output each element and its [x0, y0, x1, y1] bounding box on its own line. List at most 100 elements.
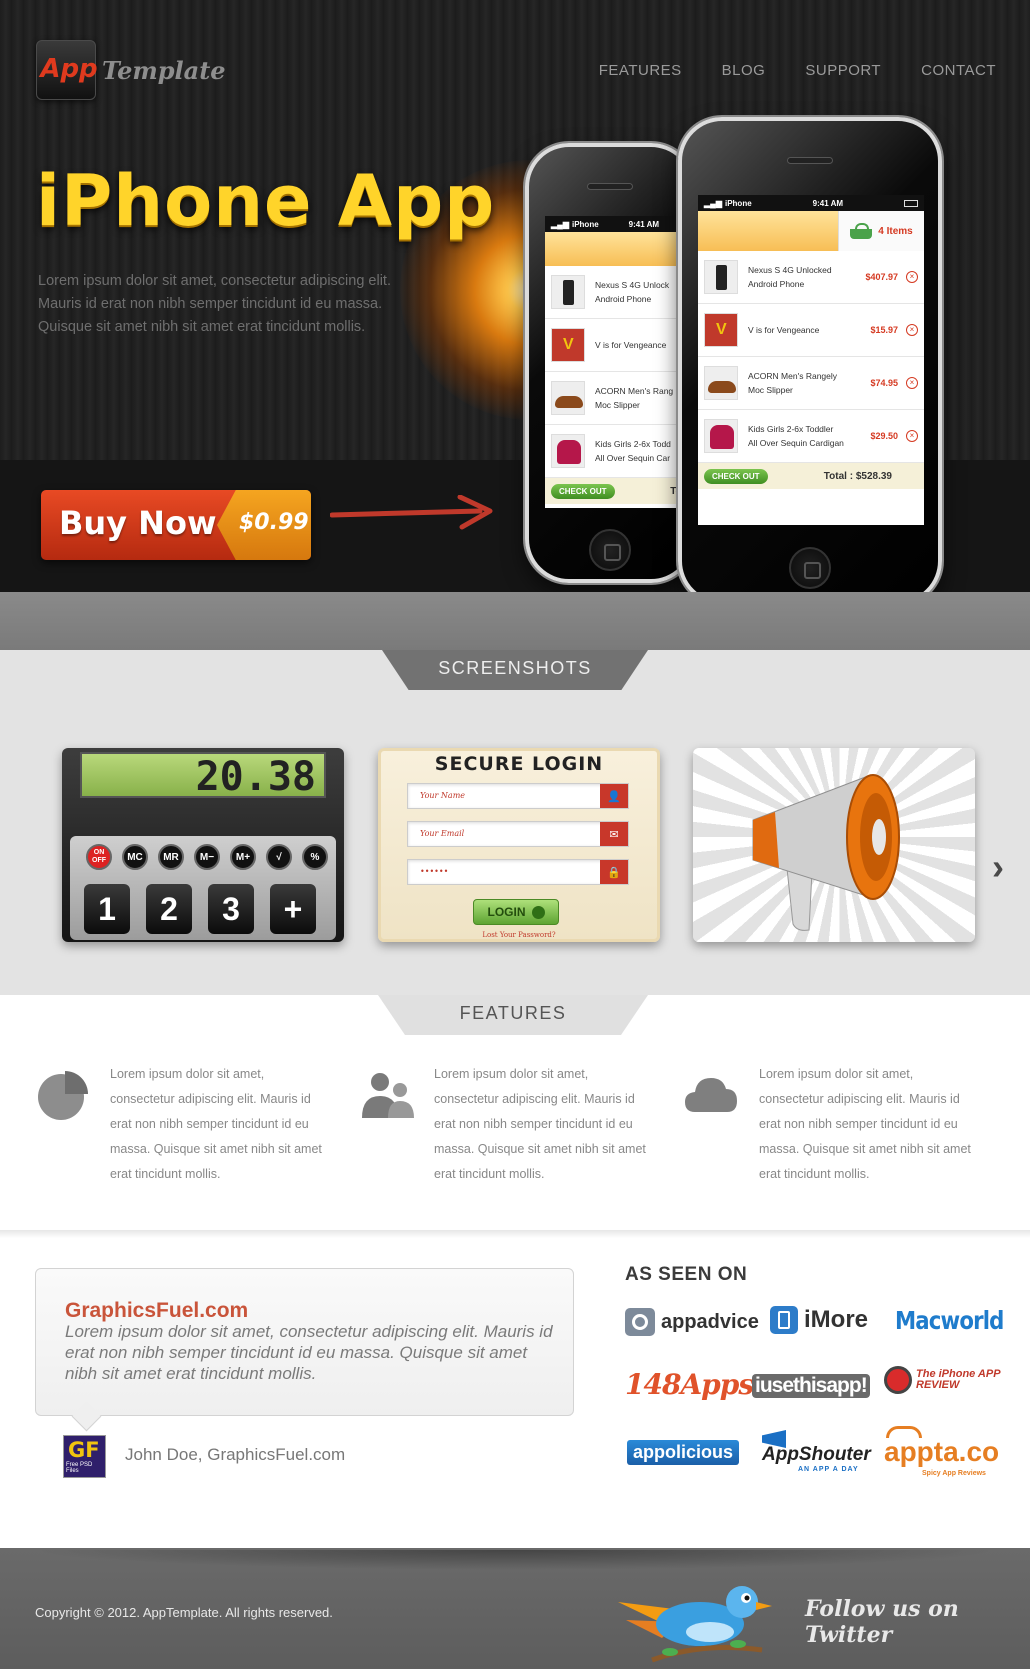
- avatar-letters: GF: [68, 1438, 100, 1462]
- home-button-icon: [589, 529, 631, 571]
- cart-total: Total : $528.39: [768, 471, 918, 482]
- list-item[interactable]: V V is for Vengeance: [545, 319, 695, 372]
- features-heading-tab: FEATURES: [378, 995, 648, 1035]
- brand-148apps[interactable]: 148Apps: [625, 1368, 754, 1401]
- home-button-icon: [789, 547, 831, 589]
- remove-icon[interactable]: ×: [906, 324, 918, 336]
- item-name-line1: Kids Girls 2-6x Todd: [595, 439, 671, 449]
- checkout-button[interactable]: CHECK OUT: [704, 468, 768, 484]
- hero-title: iPhone App: [36, 160, 496, 242]
- next-slide-chevron-icon[interactable]: ›: [992, 846, 1004, 888]
- login-button-label: LOGIN: [487, 905, 526, 919]
- brand-appolicious[interactable]: appolicious: [627, 1440, 740, 1465]
- appshouter-text: AppShouter: [762, 1444, 871, 1465]
- twitter-bird-icon[interactable]: [612, 1580, 782, 1668]
- login-name-field: Your Name 👤: [407, 783, 629, 809]
- as-seen-on-title: AS SEEN ON: [625, 1264, 748, 1285]
- appadvice-text: appadvice: [661, 1310, 759, 1333]
- avatar-caption: Free PSD Files: [66, 1462, 93, 1474]
- appta-text: appta.co: [884, 1436, 1000, 1467]
- list-item[interactable]: Kids Girls 2-6x Todd All Over Sequin Car: [545, 425, 695, 478]
- user-icon: 👤: [600, 784, 628, 808]
- calc-key-3: 3: [208, 884, 254, 934]
- calc-key-mplus: M+: [230, 844, 256, 870]
- screenshot-secure-login[interactable]: SECURE LOGIN Your Name 👤 Your Email ✉ ••…: [378, 748, 660, 942]
- calc-display: 20.38: [80, 752, 326, 800]
- item-name: V is for Vengeance: [748, 323, 870, 337]
- calc-key-sqrt: √: [266, 844, 292, 870]
- nav-features[interactable]: FEATURES: [599, 62, 682, 79]
- calc-key-plus: +: [270, 884, 316, 934]
- item-name: Nexus S 4G Unlock Android Phone: [595, 278, 689, 306]
- item-name-line1: Kids Girls 2-6x Toddler: [748, 424, 834, 434]
- product-phone-icon: [551, 275, 585, 309]
- login-password-field: •••••• 🔒: [407, 859, 629, 885]
- total-label: Total :: [823, 470, 854, 482]
- item-name-line2: All Over Sequin Cardigan: [748, 438, 844, 448]
- item-name-line2: Moc Slipper: [595, 400, 640, 410]
- back-checkout-button[interactable]: CHECK OUT: [551, 483, 615, 499]
- screenshot-calculator[interactable]: 20.38 ON OFF MC MR M− M+ √ % 1 2 3 +: [62, 748, 344, 942]
- list-item[interactable]: ACORN Men's Rang Moc Slipper: [545, 372, 695, 425]
- list-item[interactable]: ACORN Men's Rangely Moc Slipper $74.95 ×: [698, 357, 924, 410]
- calc-key-1: 1: [84, 884, 130, 934]
- phone-speaker: [587, 183, 633, 190]
- name-placeholder: Your Name: [420, 791, 466, 800]
- list-item[interactable]: Nexus S 4G Unlocked Android Phone $407.97…: [698, 251, 924, 304]
- status-bar: ▂▄▆ iPhone 9:41 AM: [698, 195, 924, 211]
- item-name: Nexus S 4G Unlocked Android Phone: [748, 263, 865, 291]
- list-item[interactable]: V V is for Vengeance $15.97 ×: [698, 304, 924, 357]
- remove-icon[interactable]: ×: [906, 377, 918, 389]
- list-item[interactable]: Kids Girls 2-6x Toddler All Over Sequin C…: [698, 410, 924, 463]
- app-review-icon: [884, 1366, 912, 1394]
- item-price: $407.97: [865, 272, 898, 282]
- item-name-line1: Nexus S 4G Unlock: [595, 280, 670, 290]
- phone-back-screen: ▂▄▆ iPhone 9:41 AM Nexus S 4G Unlock Andr…: [545, 216, 695, 508]
- site-logo[interactable]: App Template: [36, 40, 226, 100]
- hero-description: Lorem ipsum dolor sit amet, consectetur …: [38, 273, 391, 335]
- remove-icon[interactable]: ×: [906, 430, 918, 442]
- footer-shadow: [30, 1550, 1000, 1570]
- nav-blog[interactable]: BLOG: [722, 62, 766, 79]
- calc-display-value: 20.38: [195, 754, 316, 800]
- follow-twitter-link[interactable]: Follow us on Twitter: [805, 1596, 1030, 1648]
- item-name-line1: V is for Vengeance: [748, 325, 820, 335]
- screenshot-megaphone[interactable]: [693, 748, 975, 942]
- product-phone-icon: [704, 260, 738, 294]
- cart-header: [545, 232, 695, 266]
- feature-text: Lorem ipsum dolor sit amet, consectetur …: [434, 1067, 646, 1181]
- email-placeholder: Your Email: [420, 829, 465, 838]
- brand-iusethisapp[interactable]: iusethisapp!: [752, 1374, 870, 1398]
- buy-now-button[interactable]: Buy Now $0.99: [41, 490, 311, 560]
- clock-text: 9:41 AM: [812, 198, 844, 208]
- appta-tagline: Spicy App Reviews: [922, 1470, 986, 1477]
- nav-contact[interactable]: CONTACT: [921, 62, 996, 79]
- list-item[interactable]: Nexus S 4G Unlock Android Phone: [545, 266, 695, 319]
- clock-text: 9:41 AM: [628, 219, 660, 229]
- iphone-front: ▂▄▆ iPhone 9:41 AM 4 Items Nexus S 4G Un…: [678, 117, 942, 592]
- app-review-text: The iPhone APP REVIEW: [916, 1368, 1001, 1391]
- buy-now-label: Buy Now: [59, 504, 217, 542]
- brand-appadvice[interactable]: appadvice: [625, 1308, 759, 1336]
- item-price: $74.95: [870, 378, 898, 388]
- nav-support[interactable]: SUPPORT: [805, 62, 881, 79]
- logo-badge: App: [36, 40, 98, 100]
- brand-macworld[interactable]: Macworld: [895, 1306, 1004, 1335]
- login-title: SECURE LOGIN: [434, 753, 604, 775]
- features-title: FEATURES: [459, 1002, 567, 1023]
- calc-key-mminus: M−: [194, 844, 220, 870]
- screenshots-heading-tab: SCREENSHOTS: [382, 650, 648, 690]
- phone-front-screen: ▂▄▆ iPhone 9:41 AM 4 Items Nexus S 4G Un…: [698, 195, 924, 525]
- price-value: $0.99: [239, 510, 309, 535]
- remove-icon[interactable]: ×: [906, 271, 918, 283]
- brand-imore[interactable]: iMore: [770, 1306, 868, 1334]
- section-divider: [0, 1230, 1030, 1238]
- carrier-text: iPhone: [571, 219, 599, 229]
- reflection-band: [0, 592, 1030, 650]
- brand-iphone-app-review[interactable]: The iPhone APP REVIEW: [884, 1366, 1016, 1394]
- calc-key-2: 2: [146, 884, 192, 934]
- cart-tab[interactable]: 4 Items: [838, 211, 924, 251]
- cart-count: 4 Items: [878, 225, 913, 237]
- mail-icon: ✉: [600, 822, 628, 846]
- item-name-line2: All Over Sequin Car: [595, 453, 671, 463]
